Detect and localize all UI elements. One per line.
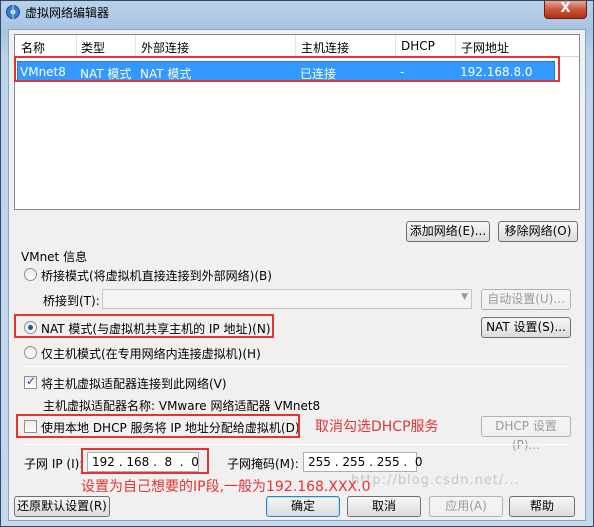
column-header-dhcp[interactable]: DHCP xyxy=(401,39,435,53)
host-only-radio[interactable] xyxy=(24,346,37,359)
bridged-radio[interactable] xyxy=(24,268,37,281)
subnet-mask-label: 子网掩码(M): xyxy=(227,457,299,471)
network-editor-icon xyxy=(6,5,20,19)
column-separator xyxy=(455,35,456,57)
host-only-label[interactable]: 仅主机模式(在专用网络内连接虚拟机)(H) xyxy=(41,345,261,362)
divider xyxy=(22,444,570,445)
highlight-box-nat xyxy=(14,314,274,338)
vmnet-info-label: VMnet 信息 xyxy=(21,250,88,264)
bridge-to-label: 桥接到(T): xyxy=(43,294,100,308)
help-button[interactable]: 帮助 xyxy=(509,496,575,517)
divider xyxy=(22,366,570,367)
dhcp-settings-button[interactable]: DHCP 设置(P)... xyxy=(481,416,571,452)
highlight-box-subnet-ip xyxy=(81,448,209,474)
annotation-set-ip: 设置为自己想要的IP段,一般为192.168.XXX.0 xyxy=(81,479,371,495)
annotation-uncheck-dhcp: 取消勾选DHCP服务 xyxy=(315,419,439,435)
subnet-ip-label: 子网 IP (I): xyxy=(24,457,84,471)
adapter-name-text: 主机虚拟适配器名称: VMware 网络适配器 VMnet8 xyxy=(43,399,321,413)
connect-adapter-label[interactable]: 将主机虚拟适配器连接到此网络(V) xyxy=(41,375,227,392)
close-button[interactable]: X xyxy=(544,1,587,19)
column-header-host[interactable]: 主机连接 xyxy=(301,39,349,56)
restore-defaults-button[interactable]: 还原默认设置(R) xyxy=(14,496,110,517)
column-separator xyxy=(76,35,77,57)
watermark-text: http://blog.csdn.net/... xyxy=(351,473,520,488)
column-separator xyxy=(295,35,296,57)
remove-network-button[interactable]: 移除网络(O) xyxy=(498,221,578,242)
window-title: 虚拟网络编辑器 xyxy=(25,6,110,20)
list-header: 名称 类型 外部连接 主机连接 DHCP 子网地址 xyxy=(15,35,579,57)
column-separator xyxy=(135,35,136,57)
column-header-external[interactable]: 外部连接 xyxy=(141,39,189,56)
virtual-network-editor-window: 虚拟网络编辑器 X 名称 类型 外部连接 主机连接 DHCP 子网地址 VMne… xyxy=(0,0,594,527)
bridge-to-select[interactable]: ▼ xyxy=(102,289,472,309)
dialog-client-area: 名称 类型 外部连接 主机连接 DHCP 子网地址 VMnet8 NAT 模式 … xyxy=(8,29,586,521)
chevron-down-icon: ▼ xyxy=(461,292,468,302)
title-bar[interactable]: 虚拟网络编辑器 X xyxy=(1,1,593,23)
subnet-mask-field[interactable]: 255 . 255 . 255 . 0 xyxy=(303,452,423,472)
apply-button[interactable]: 应用(A) xyxy=(429,496,503,517)
cancel-button[interactable]: 取消 xyxy=(347,496,421,517)
highlight-box-dhcp xyxy=(16,414,300,438)
add-network-button[interactable]: 添加网络(E)... xyxy=(406,221,490,242)
column-header-type[interactable]: 类型 xyxy=(81,39,105,56)
column-separator xyxy=(395,35,396,57)
column-header-name[interactable]: 名称 xyxy=(21,39,45,56)
auto-settings-button[interactable]: 自动设置(U)... xyxy=(481,289,571,310)
ok-button[interactable]: 确定 xyxy=(266,496,340,517)
column-header-subnet[interactable]: 子网地址 xyxy=(461,39,509,56)
highlight-box-row xyxy=(14,56,560,82)
bridged-label[interactable]: 桥接模式(将虚拟机直接连接到外部网络)(B) xyxy=(41,267,272,284)
nat-settings-button[interactable]: NAT 设置(S)... xyxy=(481,317,571,338)
connect-adapter-checkbox[interactable] xyxy=(24,374,37,389)
